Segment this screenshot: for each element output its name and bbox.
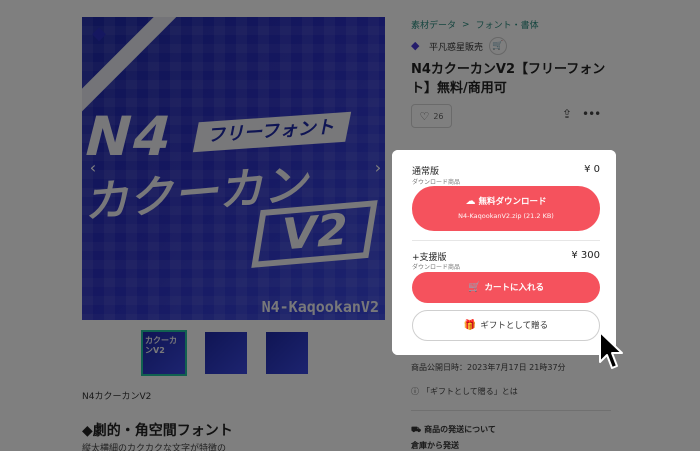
breadcrumb-item-materials[interactable]: 素材データ bbox=[411, 18, 456, 31]
previous-image-arrow-icon[interactable]: ‹ bbox=[86, 158, 100, 178]
shop-row: ◆ 平凡惑星販売 🛒 bbox=[411, 37, 508, 55]
free-edition-type: ダウンロード商品 bbox=[412, 179, 461, 186]
support-edition-price: ¥ 300 bbox=[571, 250, 600, 261]
free-download-label: 無料ダウンロード bbox=[478, 197, 547, 207]
edition-divider bbox=[412, 240, 600, 241]
shipping-from-text: 倉庫から発送 bbox=[411, 441, 459, 450]
cart-icon: 🛒 bbox=[468, 282, 481, 293]
thumbnail-1[interactable]: カクーカンV2 bbox=[141, 330, 187, 376]
purchase-card: 通常版 ダウンロード商品 ¥ 0 ☁ 無料ダウンロード N4-KaqookanV2… bbox=[392, 150, 616, 355]
divider bbox=[411, 410, 611, 411]
banner-footer-text: N4-KaqookanV2 bbox=[261, 298, 379, 316]
shop-logo-icon: ◆ bbox=[92, 23, 106, 44]
thumbnail-strip: カクーカンV2 bbox=[141, 330, 343, 376]
shop-name-link[interactable]: 平凡惑星販売 bbox=[429, 40, 483, 53]
breadcrumb-item-fonts[interactable]: フォント・書体 bbox=[476, 18, 539, 31]
shop-icon: ◆ bbox=[411, 39, 420, 52]
product-main-image[interactable]: ◆ N4 フリーフォント カクーカン V2 N4-KaqookanV2 bbox=[82, 17, 385, 320]
gift-button[interactable]: 🎁 ギフトとして贈る bbox=[412, 310, 600, 341]
download-file-name: N4-KaqookanV2.zip (21.2 KB) bbox=[458, 212, 554, 220]
breadcrumb: 素材データ > フォント・書体 bbox=[411, 18, 539, 32]
help-circle-icon: ⓘ bbox=[411, 387, 419, 396]
like-button[interactable]: ♡ 26 bbox=[411, 104, 452, 128]
like-count: 26 bbox=[433, 111, 444, 121]
shop-cart-icon[interactable]: 🛒 bbox=[489, 37, 508, 55]
thumbnail-2[interactable] bbox=[205, 332, 247, 374]
add-to-cart-label: カートに入れる bbox=[484, 283, 544, 293]
share-icon[interactable]: ⇪ bbox=[561, 107, 573, 123]
free-download-label-row: ☁ 無料ダウンロード bbox=[412, 195, 600, 207]
description-text: 縦太横細のカクカクな文字が特徴の bbox=[82, 444, 227, 451]
heart-icon: ♡ bbox=[419, 109, 430, 123]
thumbnail-3[interactable] bbox=[266, 332, 308, 374]
product-title: N4カクーカンV2【フリーフォント】無料/商用可 bbox=[411, 62, 606, 96]
shipping-about-label: 商品の発送について bbox=[424, 425, 496, 434]
gift-icon: 🎁 bbox=[463, 320, 477, 331]
mouse-cursor-icon bbox=[599, 331, 623, 369]
gift-help-link[interactable]: ⓘ 「ギフトとして贈る」とは bbox=[411, 386, 518, 397]
product-page: ◆ N4 フリーフォント カクーカン V2 N4-KaqookanV2 ‹ › … bbox=[0, 0, 700, 451]
breadcrumb-separator: > bbox=[462, 19, 470, 30]
free-edition-price: ¥ 0 bbox=[584, 164, 600, 175]
support-edition-type: ダウンロード商品 bbox=[412, 264, 461, 271]
shipping-info-link[interactable]: ⛟ 商品の発送について bbox=[411, 424, 496, 435]
banner-v2-text: V2 bbox=[251, 200, 378, 268]
next-image-arrow-icon[interactable]: › bbox=[371, 158, 385, 178]
add-to-cart-button[interactable]: 🛒 カートに入れる bbox=[412, 272, 600, 303]
free-download-button[interactable]: ☁ 無料ダウンロード N4-KaqookanV2.zip (21.2 KB) bbox=[412, 186, 600, 231]
truck-icon: ⛟ bbox=[411, 424, 422, 434]
gift-button-label: ギフトとして贈る bbox=[480, 321, 549, 331]
gift-help-label: 「ギフトとして贈る」とは bbox=[422, 387, 518, 396]
publish-date: 商品公開日時：2023年7月17日 21時37分 bbox=[411, 363, 566, 372]
description-heading: ◆劇的・角空間フォント bbox=[82, 423, 233, 439]
more-options-icon[interactable]: ••• bbox=[582, 107, 601, 123]
free-edition-title: 通常版 bbox=[412, 167, 440, 177]
product-caption: N4カクーカンV2 bbox=[82, 392, 152, 402]
cloud-download-icon: ☁ bbox=[465, 196, 476, 207]
